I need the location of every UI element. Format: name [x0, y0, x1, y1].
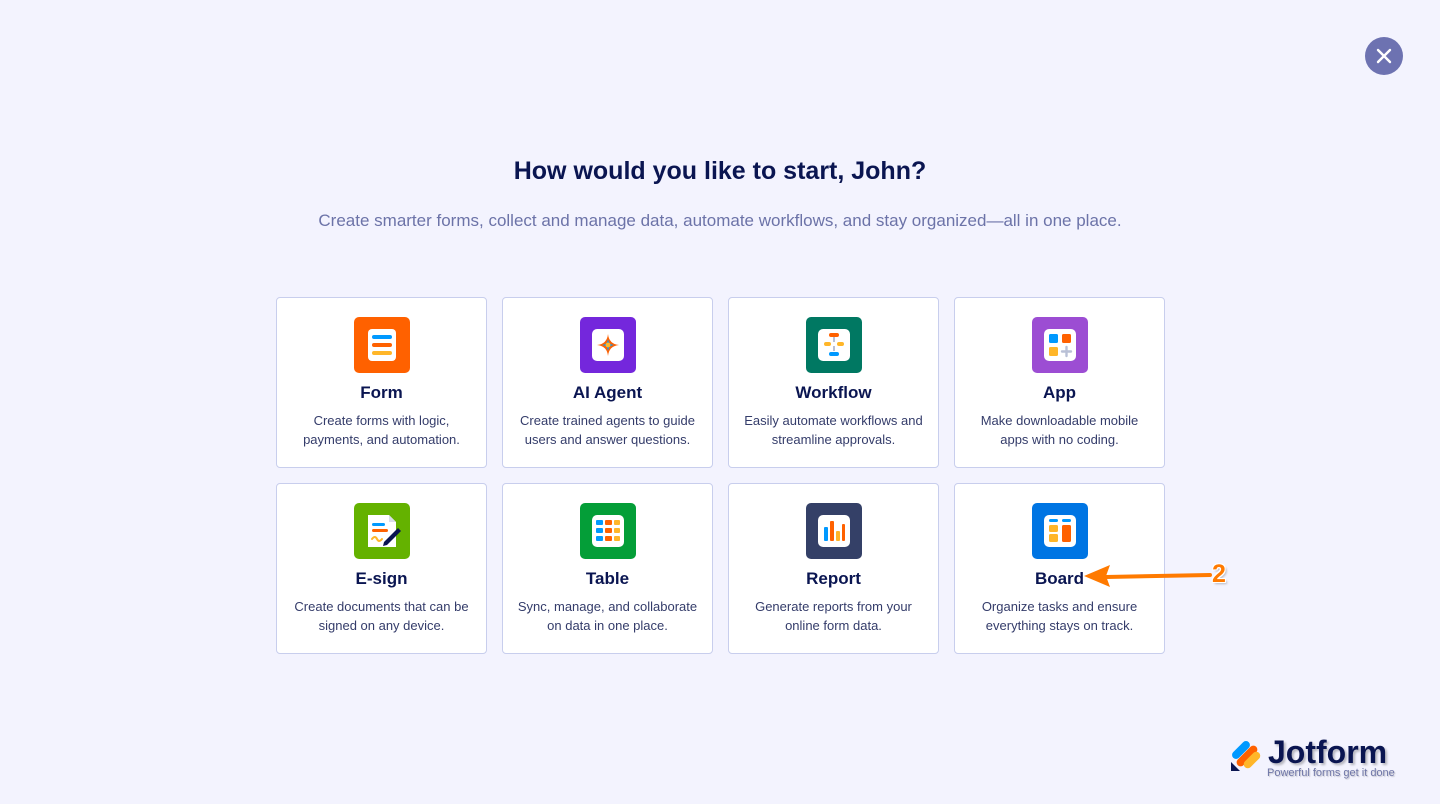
- card-description: Create forms with logic, payments, and a…: [303, 413, 460, 447]
- page-subtitle: Create smarter forms, collect and manage…: [318, 211, 1122, 230]
- card-title: E-sign: [355, 569, 408, 588]
- card-title: Workflow: [795, 383, 872, 402]
- card-app[interactable]: App Make downloadable mobile apps with n…: [954, 297, 1165, 468]
- card-table[interactable]: Table Sync, manage, and collaborate on d…: [502, 483, 713, 654]
- brand-tagline: Powerful forms get it done: [1267, 767, 1395, 779]
- report-icon: [805, 503, 862, 559]
- card-title: Table: [585, 569, 630, 588]
- jotform-logo-icon: [1231, 741, 1261, 771]
- card-title: Report: [806, 569, 861, 588]
- card-ai-agent[interactable]: AI Agent Create trained agents to guide …: [502, 297, 713, 468]
- form-icon: [353, 317, 410, 373]
- card-e-sign[interactable]: E-sign Create documents that can be sign…: [276, 483, 487, 654]
- card-title: Board: [1034, 569, 1085, 588]
- card-description: Create documents that can be signed on a…: [294, 599, 469, 633]
- card-workflow[interactable]: Workflow Easily automate workflows and s…: [728, 297, 939, 468]
- annotation-arrow-icon: [1084, 565, 1212, 587]
- ai-agent-icon: [579, 317, 636, 373]
- page-title: How would you like to start, John?: [513, 157, 927, 185]
- table-icon: [579, 503, 636, 559]
- start-options-grid: Form Create forms with logic, payments, …: [276, 297, 1165, 654]
- app-icon: [1031, 317, 1088, 373]
- brand-name: Jotform: [1268, 734, 1388, 770]
- card-title: AI Agent: [572, 383, 643, 402]
- card-report[interactable]: Report Generate reports from your online…: [728, 483, 939, 654]
- close-icon: [1376, 48, 1392, 64]
- card-description: Create trained agents to guide users and…: [520, 413, 695, 447]
- workflow-icon: [805, 317, 862, 373]
- step-annotation-number: 2: [1212, 560, 1226, 588]
- card-description: Sync, manage, and collaborate on data in…: [517, 599, 698, 633]
- card-description: Easily automate workflows and streamline…: [744, 413, 923, 447]
- card-description: Organize tasks and ensure everything sta…: [981, 599, 1138, 633]
- board-icon: [1031, 503, 1088, 559]
- card-description: Make downloadable mobile apps with no co…: [980, 413, 1139, 447]
- card-description: Generate reports from your online form d…: [755, 599, 912, 633]
- e-sign-icon: [353, 503, 410, 559]
- close-button[interactable]: [1365, 37, 1403, 75]
- card-title: App: [1042, 383, 1077, 402]
- card-title: Form: [360, 383, 403, 402]
- card-form[interactable]: Form Create forms with logic, payments, …: [276, 297, 487, 468]
